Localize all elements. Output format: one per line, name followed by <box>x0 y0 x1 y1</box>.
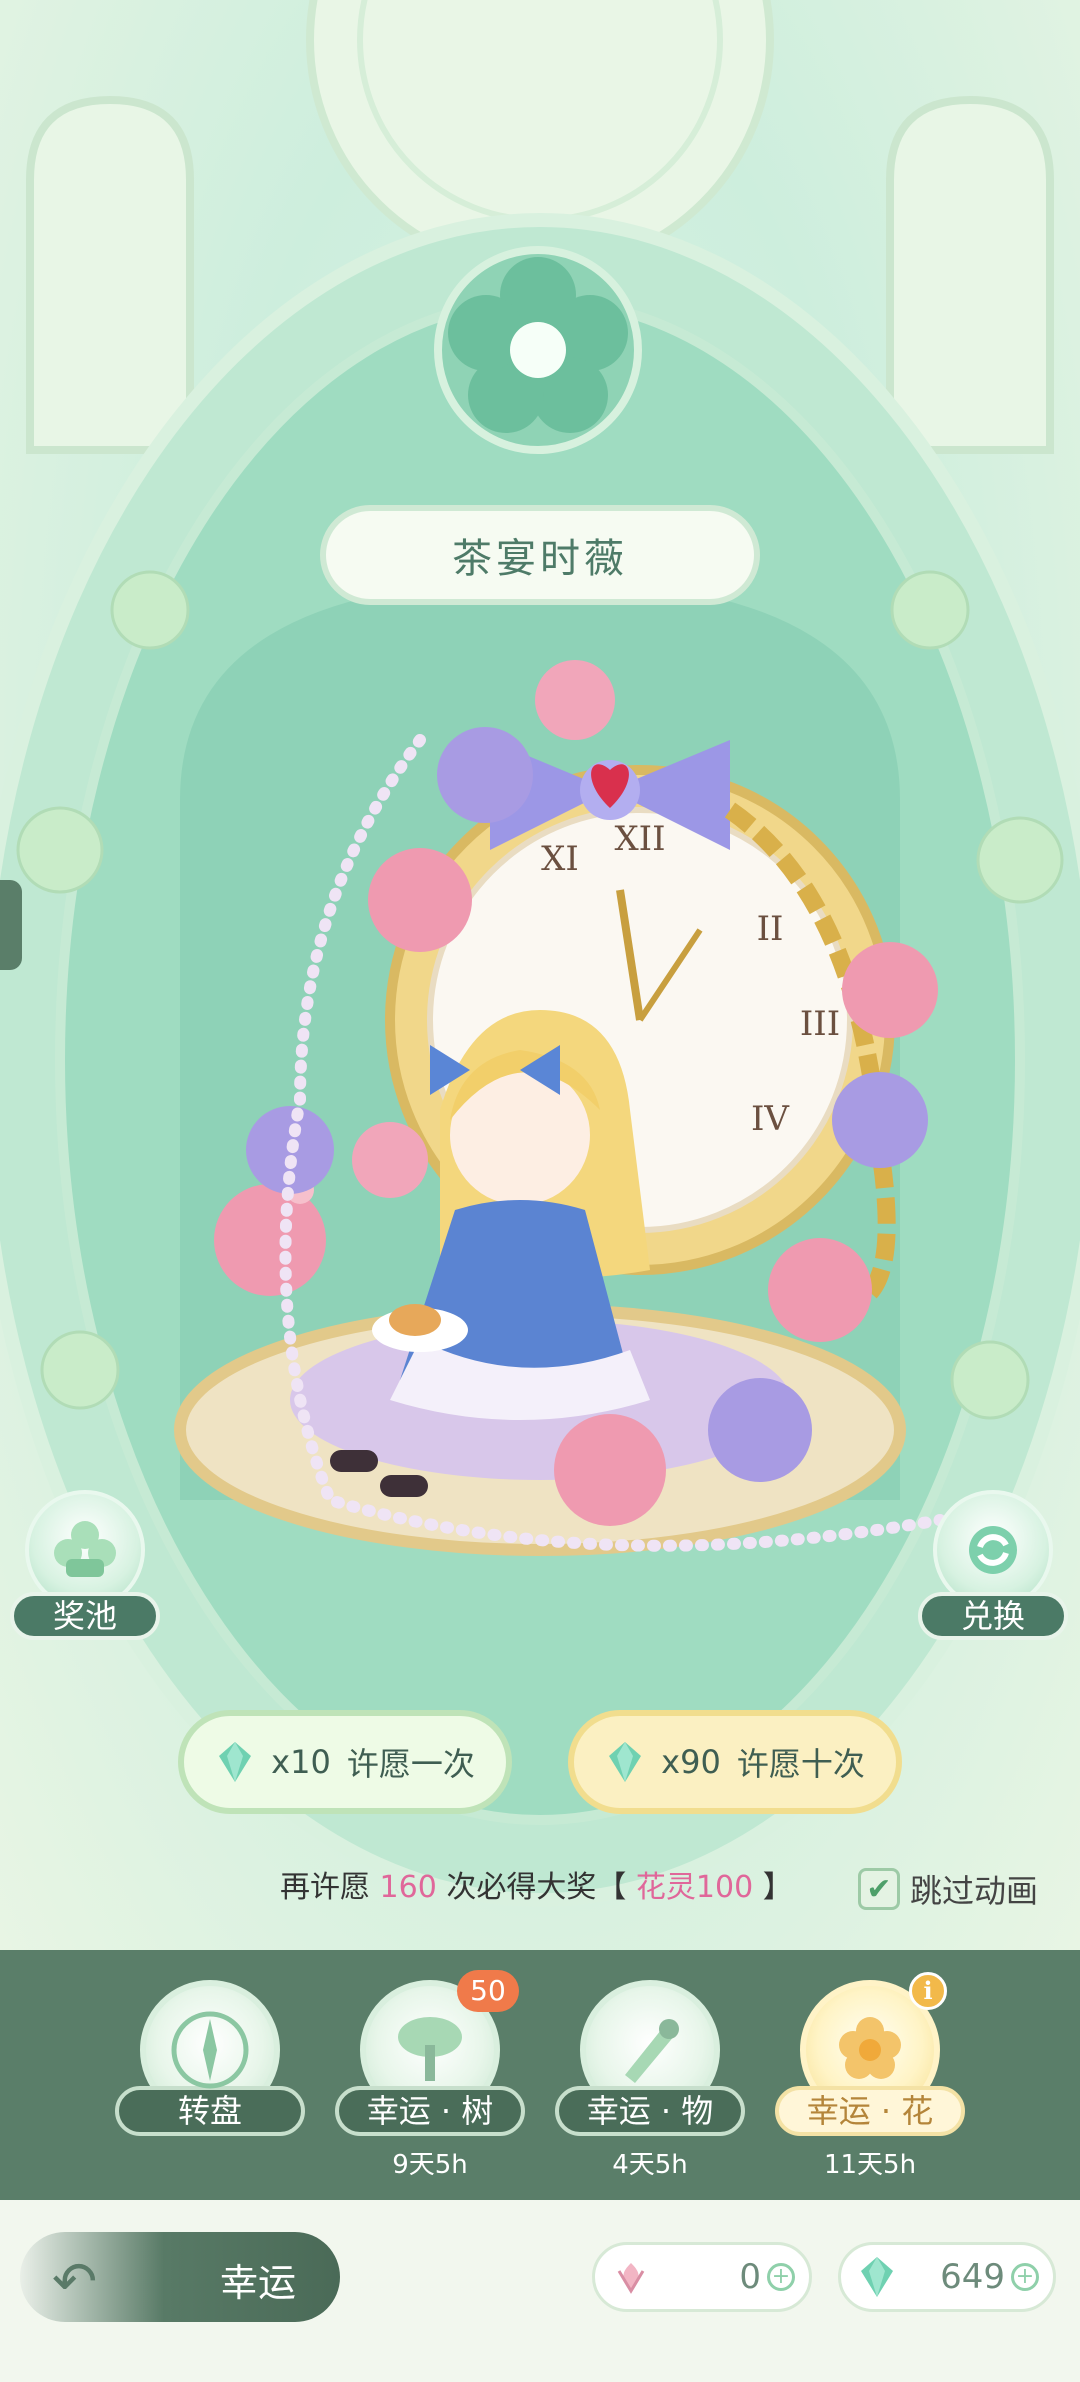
back-button[interactable]: ↶ 幸运 <box>20 2232 340 2322</box>
svg-text:II: II <box>757 909 784 949</box>
wish-ten-label: 许愿十次 <box>736 1745 865 1783</box>
flower-token-value: 0 <box>739 2257 761 2297</box>
tab-timer: 11天5h <box>823 2150 917 2180</box>
checkmark-icon: ✔ <box>858 1868 900 1910</box>
svg-text:XII: XII <box>614 819 665 859</box>
prize-pool-button[interactable]: 奖池 <box>10 1490 160 1640</box>
exchange-button[interactable]: 兑换 <box>918 1490 1068 1640</box>
tab-lucky-flower[interactable]: i 幸运 · 花 11天5h <box>775 1972 965 2181</box>
pity-middle: 次必得大奖【 <box>446 1870 627 1905</box>
tab-label: 幸运 · 花 <box>775 2086 965 2136</box>
wish-ten-button[interactable]: x90 许愿十次 <box>568 1710 902 1814</box>
skip-animation-label: 跳过动画 <box>910 1872 1039 1910</box>
gem-icon <box>219 1742 252 1782</box>
tab-label: 幸运 · 树 <box>335 2086 525 2136</box>
notification-badge: 50 <box>457 1970 519 2012</box>
flower-token-icon <box>617 2263 645 2294</box>
pity-hint: 再许愿 160 次必得大奖【 花灵100 】 <box>280 1862 793 1906</box>
gacha-tabbar: 转盘 50 幸运 · 树 9天5h 幸运 · 物 4天5h i 幸运 · 花 1… <box>0 1950 1080 2200</box>
tab-timer: 4天5h <box>612 2150 688 2180</box>
info-icon[interactable]: i <box>909 1972 947 2010</box>
wish-once-label: 许愿一次 <box>346 1745 475 1783</box>
flower-token-currency[interactable]: 0 + <box>592 2242 812 2312</box>
skip-animation-toggle[interactable]: ✔ 跳过动画 <box>858 1866 1038 1912</box>
wish-ten-cost: x90 <box>661 1743 721 1781</box>
wish-once-button[interactable]: x10 许愿一次 <box>178 1710 512 1814</box>
back-label: 幸运 <box>220 2261 297 2305</box>
gem-icon <box>609 1742 642 1782</box>
svg-text:XI: XI <box>541 839 579 879</box>
gacha-stage: XII II III IV XI 茶宴时薇 奖池 兑换 x10 许愿一次 x90… <box>0 0 1080 1950</box>
exchange-label: 兑换 <box>918 1592 1068 1640</box>
tab-label: 转盘 <box>115 2086 305 2136</box>
svg-text:III: III <box>800 1004 840 1044</box>
tab-lucky-item[interactable]: 幸运 · 物 4天5h <box>555 1980 745 2181</box>
svg-text:IV: IV <box>751 1099 790 1139</box>
add-icon[interactable]: + <box>767 2263 795 2291</box>
banner-title: 茶宴时薇 <box>320 505 760 605</box>
background-art: XIIIIIII IVXI <box>0 0 1080 1907</box>
tab-label: 幸运 · 物 <box>555 2086 745 2136</box>
pity-suffix: 】 <box>762 1870 793 1905</box>
pity-count: 160 <box>379 1870 437 1905</box>
prize-pool-label: 奖池 <box>10 1592 160 1640</box>
back-arrow-icon: ↶ <box>52 2250 98 2313</box>
gem-currency[interactable]: 649 + <box>838 2242 1056 2312</box>
tab-wheel[interactable]: 转盘 <box>115 1980 305 2136</box>
gem-icon <box>861 2257 893 2297</box>
add-icon[interactable]: + <box>1011 2263 1039 2291</box>
pity-reward: 花灵100 <box>635 1870 754 1905</box>
pity-prefix: 再许愿 <box>280 1870 370 1905</box>
tab-timer: 9天5h <box>392 2150 468 2180</box>
gem-value: 649 <box>940 2257 1005 2297</box>
left-edge-arrow-icon[interactable] <box>0 880 22 970</box>
bottom-bar: ↶ 幸运 0 + 649 + <box>0 2200 1080 2382</box>
tab-lucky-tree[interactable]: 50 幸运 · 树 9天5h <box>335 1970 525 2181</box>
wish-once-cost: x10 <box>271 1743 331 1781</box>
